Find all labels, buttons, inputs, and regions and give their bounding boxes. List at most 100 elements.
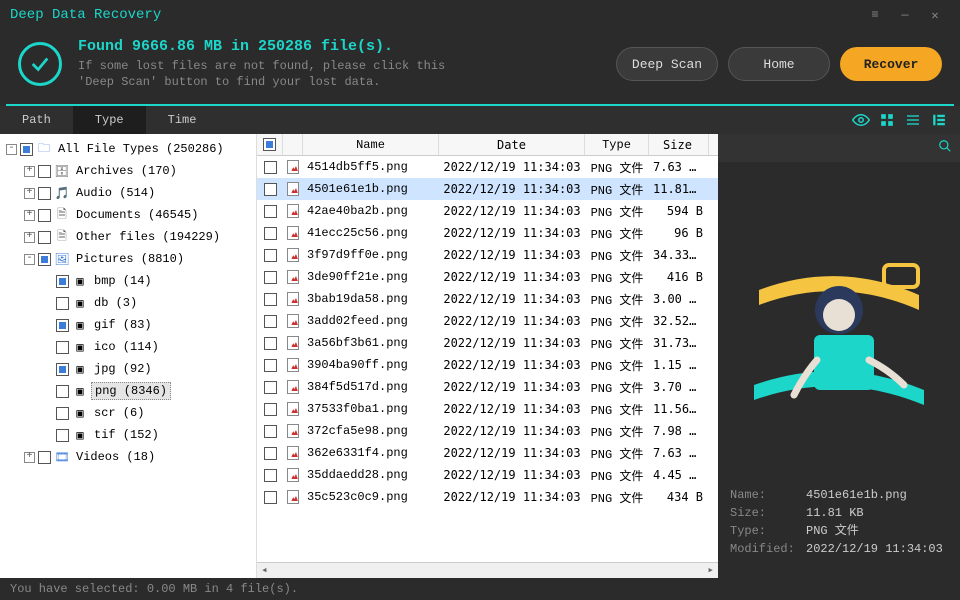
close-icon[interactable]: ✕	[920, 0, 950, 30]
file-row[interactable]: 372cfa5e98.png2022/12/19 11:34:03PNG 文件7…	[257, 420, 718, 442]
file-checkbox[interactable]	[264, 271, 277, 284]
tree-label[interactable]: db (3)	[91, 295, 140, 311]
tree-node[interactable]: +🎞Videos (18)	[2, 446, 254, 468]
file-row[interactable]: 4514db5ff5.png2022/12/19 11:34:03PNG 文件7…	[257, 156, 718, 178]
tree-label[interactable]: ico (114)	[91, 339, 162, 355]
view-grid-icon[interactable]	[874, 107, 900, 133]
tree-label[interactable]: scr (6)	[91, 405, 147, 421]
tree-node[interactable]: ▣png (8346)	[2, 380, 254, 402]
horizontal-scrollbar[interactable]	[257, 562, 718, 578]
tree-checkbox[interactable]	[38, 187, 51, 200]
tree-node[interactable]: ▣scr (6)	[2, 402, 254, 424]
tree-node[interactable]: ▣ico (114)	[2, 336, 254, 358]
file-row[interactable]: 3a56bf3b61.png2022/12/19 11:34:03PNG 文件3…	[257, 332, 718, 354]
file-row[interactable]: 42ae40ba2b.png2022/12/19 11:34:03PNG 文件5…	[257, 200, 718, 222]
tree-checkbox[interactable]	[56, 341, 69, 354]
tree-checkbox[interactable]	[38, 451, 51, 464]
tree-label[interactable]: Videos (18)	[73, 449, 158, 465]
tree-node[interactable]: +🗎Documents (46545)	[2, 204, 254, 226]
tree-node[interactable]: +🎵Audio (514)	[2, 182, 254, 204]
file-checkbox[interactable]	[264, 447, 277, 460]
tree-node[interactable]: ▣tif (152)	[2, 424, 254, 446]
file-checkbox[interactable]	[264, 293, 277, 306]
file-checkbox[interactable]	[264, 469, 277, 482]
file-type-tree[interactable]: -🗀All File Types (250286)+🗄Archives (170…	[0, 134, 256, 578]
file-checkbox[interactable]	[264, 359, 277, 372]
tree-label[interactable]: tif (152)	[91, 427, 162, 443]
file-row[interactable]: 35c523c0c9.png2022/12/19 11:34:03PNG 文件4…	[257, 486, 718, 508]
tree-node[interactable]: -🗀All File Types (250286)	[2, 138, 254, 160]
tree-label[interactable]: png (8346)	[91, 382, 171, 400]
tree-node[interactable]: ▣db (3)	[2, 292, 254, 314]
file-row[interactable]: 3de90ff21e.png2022/12/19 11:34:03PNG 文件4…	[257, 266, 718, 288]
file-checkbox[interactable]	[264, 315, 277, 328]
expand-icon[interactable]: +	[24, 232, 35, 243]
tree-checkbox[interactable]	[56, 275, 69, 288]
file-row[interactable]: 362e6331f4.png2022/12/19 11:34:03PNG 文件7…	[257, 442, 718, 464]
expand-icon[interactable]: +	[24, 452, 35, 463]
tree-checkbox[interactable]	[38, 209, 51, 222]
file-checkbox[interactable]	[264, 227, 277, 240]
menu-icon[interactable]: ≡	[860, 0, 890, 30]
view-list-icon[interactable]	[900, 107, 926, 133]
tree-checkbox[interactable]	[56, 407, 69, 420]
file-checkbox[interactable]	[264, 425, 277, 438]
tree-label[interactable]: Audio (514)	[73, 185, 158, 201]
tree-checkbox[interactable]	[20, 143, 33, 156]
tree-label[interactable]: Other files (194229)	[73, 229, 223, 245]
view-detail-icon[interactable]	[926, 107, 952, 133]
col-size[interactable]: Size	[649, 134, 709, 155]
tree-checkbox[interactable]	[56, 319, 69, 332]
preview-eye-icon[interactable]	[848, 107, 874, 133]
tree-checkbox[interactable]	[38, 231, 51, 244]
tree-label[interactable]: jpg (92)	[91, 361, 155, 377]
minimize-icon[interactable]: —	[890, 0, 920, 30]
tree-node[interactable]: ▣bmp (14)	[2, 270, 254, 292]
tree-label[interactable]: Documents (46545)	[73, 207, 201, 223]
tree-node[interactable]: ▣gif (83)	[2, 314, 254, 336]
tree-checkbox[interactable]	[56, 363, 69, 376]
expand-icon[interactable]: -	[6, 144, 17, 155]
expand-icon[interactable]: +	[24, 210, 35, 221]
file-checkbox[interactable]	[264, 337, 277, 350]
tab-time[interactable]: Time	[146, 106, 219, 134]
file-checkbox[interactable]	[264, 161, 277, 174]
file-row[interactable]: 4501e61e1b.png2022/12/19 11:34:03PNG 文件1…	[257, 178, 718, 200]
file-row[interactable]: 384f5d517d.png2022/12/19 11:34:03PNG 文件3…	[257, 376, 718, 398]
tree-node[interactable]: ▣jpg (92)	[2, 358, 254, 380]
tree-checkbox[interactable]	[38, 165, 51, 178]
tab-type[interactable]: Type	[73, 106, 146, 134]
col-type[interactable]: Type	[585, 134, 649, 155]
expand-icon[interactable]: -	[24, 254, 35, 265]
file-row[interactable]: 3904ba90ff.png2022/12/19 11:34:03PNG 文件1…	[257, 354, 718, 376]
tree-label[interactable]: Archives (170)	[73, 163, 180, 179]
tree-node[interactable]: -🖼Pictures (8810)	[2, 248, 254, 270]
tree-checkbox[interactable]	[38, 253, 51, 266]
file-row[interactable]: 35ddaedd28.png2022/12/19 11:34:03PNG 文件4…	[257, 464, 718, 486]
tree-node[interactable]: +🗄Archives (170)	[2, 160, 254, 182]
tree-checkbox[interactable]	[56, 297, 69, 310]
file-checkbox[interactable]	[264, 403, 277, 416]
tree-label[interactable]: Pictures (8810)	[73, 251, 187, 267]
expand-icon[interactable]: +	[24, 188, 35, 199]
tree-label[interactable]: All File Types (250286)	[55, 141, 227, 157]
tree-checkbox[interactable]	[56, 385, 69, 398]
file-row[interactable]: 3bab19da58.png2022/12/19 11:34:03PNG 文件3…	[257, 288, 718, 310]
file-checkbox[interactable]	[264, 381, 277, 394]
file-row[interactable]: 41ecc25c56.png2022/12/19 11:34:03PNG 文件9…	[257, 222, 718, 244]
recover-button[interactable]: Recover	[840, 47, 942, 81]
col-date[interactable]: Date	[439, 134, 585, 155]
col-name[interactable]: Name	[303, 134, 439, 155]
file-row[interactable]: 3f97d9ff0e.png2022/12/19 11:34:03PNG 文件3…	[257, 244, 718, 266]
search-icon[interactable]	[938, 139, 952, 157]
file-checkbox[interactable]	[264, 183, 277, 196]
tree-node[interactable]: +🗎Other files (194229)	[2, 226, 254, 248]
file-row[interactable]: 37533f0ba1.png2022/12/19 11:34:03PNG 文件1…	[257, 398, 718, 420]
file-checkbox[interactable]	[264, 205, 277, 218]
tree-label[interactable]: bmp (14)	[91, 273, 155, 289]
deep-scan-button[interactable]: Deep Scan	[616, 47, 718, 81]
select-all-checkbox[interactable]	[257, 134, 283, 155]
tab-path[interactable]: Path	[0, 106, 73, 134]
expand-icon[interactable]: +	[24, 166, 35, 177]
file-row[interactable]: 3add02feed.png2022/12/19 11:34:03PNG 文件3…	[257, 310, 718, 332]
